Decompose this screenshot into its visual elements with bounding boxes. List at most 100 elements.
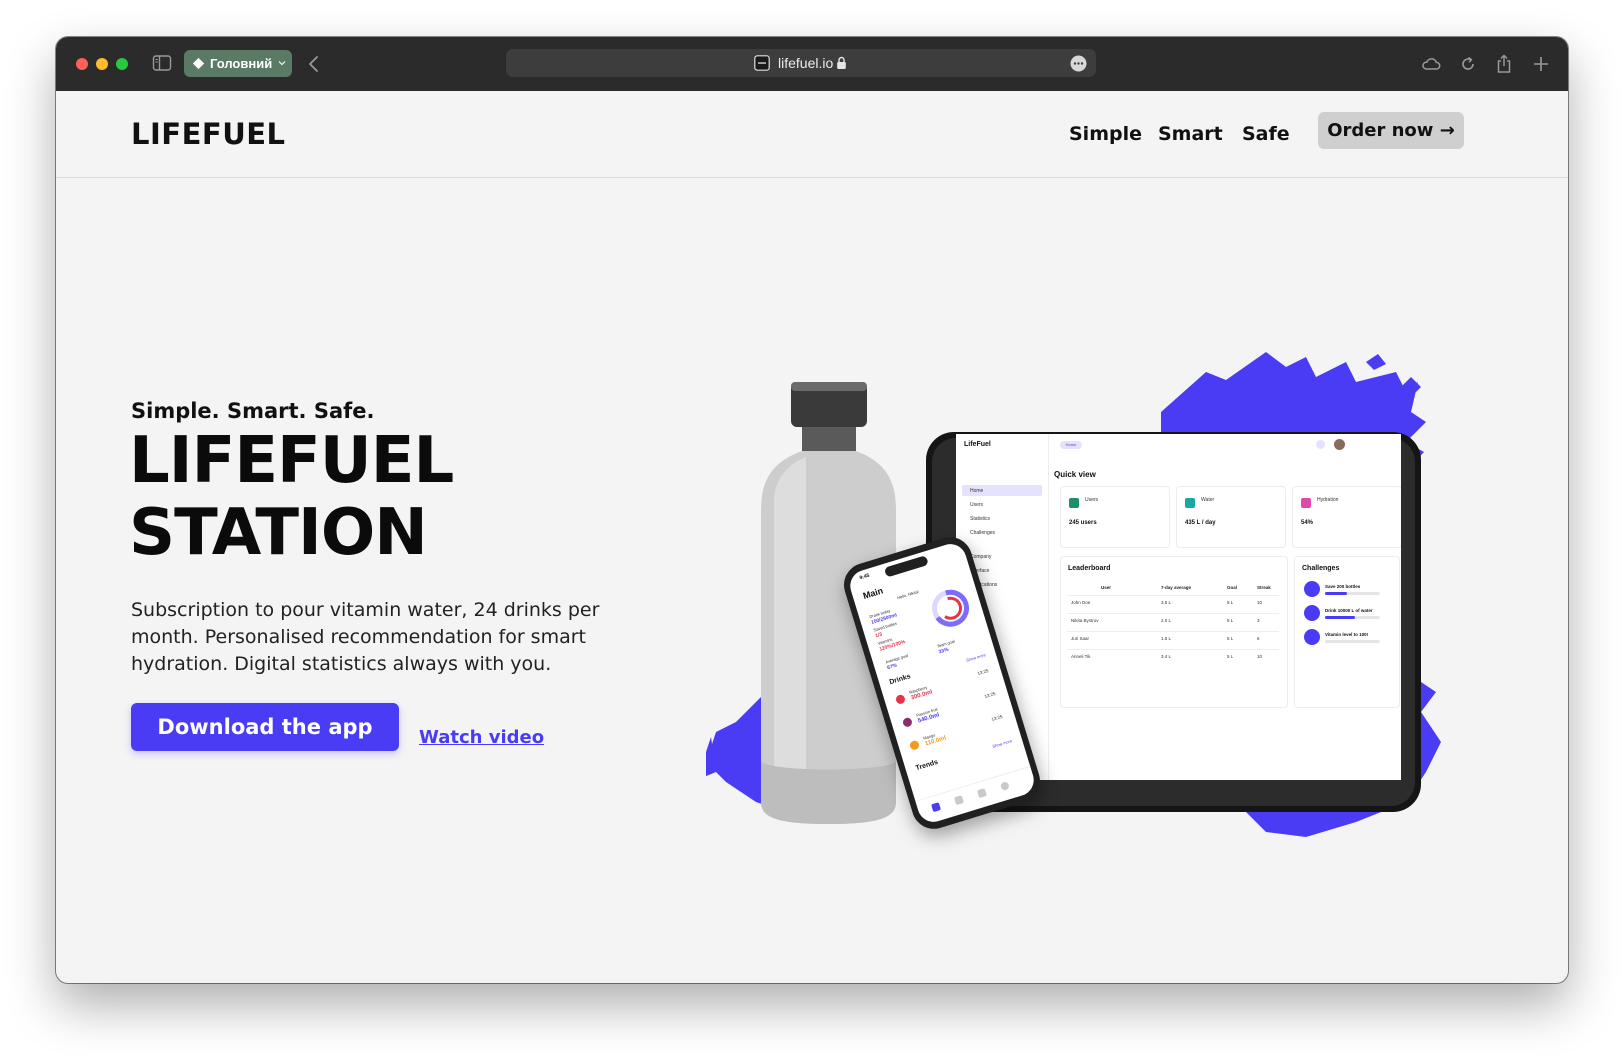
settings-tab-icon[interactable] bbox=[999, 781, 1010, 792]
chevron-down-icon bbox=[278, 61, 286, 66]
water-stat-value: 435 L / day bbox=[1185, 520, 1216, 526]
site-logo[interactable]: LIFEFUEL bbox=[131, 117, 286, 151]
table-divider bbox=[1067, 595, 1279, 596]
phone-goal-label: Average goal bbox=[884, 652, 909, 665]
address-bar[interactable]: lifefuel.io bbox=[506, 49, 1096, 77]
hero-description: Subscription to pour vitamin water, 24 d… bbox=[131, 599, 600, 675]
download-app-button[interactable]: Download the app bbox=[131, 703, 399, 751]
avatar[interactable] bbox=[1334, 439, 1345, 450]
users-stat-label: Users bbox=[1085, 497, 1099, 503]
leaderboard-header-streak: Streak bbox=[1257, 585, 1271, 590]
nav-link-simple[interactable]: Simple bbox=[1069, 123, 1142, 145]
water-stat-icon bbox=[1185, 498, 1195, 508]
lock-icon bbox=[837, 56, 846, 69]
phone-notch bbox=[883, 555, 929, 578]
dashboard-breadcrumb[interactable]: Home bbox=[1060, 441, 1082, 449]
table-divider bbox=[1067, 613, 1279, 614]
phone-goal-value: 33% bbox=[938, 646, 950, 656]
page-menu-icon[interactable] bbox=[1070, 55, 1087, 72]
site-favicon-icon bbox=[754, 55, 770, 71]
back-arrow-icon[interactable] bbox=[307, 54, 321, 74]
hydration-stat-card: Hydration 54% bbox=[1292, 486, 1401, 548]
challenges-panel: Challenges Save 200 bottles Drink 10000 … bbox=[1294, 556, 1400, 708]
table-cell: Anneli Tik bbox=[1071, 654, 1091, 659]
leaderboard-title: Leaderboard bbox=[1068, 565, 1111, 572]
dashboard-nav-users[interactable]: Users bbox=[970, 502, 983, 508]
table-cell: 5 L bbox=[1227, 600, 1234, 605]
phone-drink-time: 13:25 bbox=[976, 668, 990, 677]
tab-group-diamond-icon bbox=[192, 57, 205, 70]
home-tab-icon[interactable] bbox=[931, 802, 942, 813]
sidebar-toggle-icon[interactable] bbox=[152, 53, 172, 73]
phone-stat-value: 1/3 bbox=[874, 631, 883, 640]
nav-link-safe[interactable]: Safe bbox=[1242, 123, 1290, 145]
new-tab-icon[interactable] bbox=[1530, 53, 1552, 75]
water-stat-card: Water 435 L / day bbox=[1176, 486, 1286, 548]
table-cell: 10 bbox=[1257, 654, 1263, 659]
water-stat-label: Water bbox=[1201, 497, 1215, 503]
icloud-tabs-icon[interactable] bbox=[1420, 53, 1442, 75]
quick-view-title: Quick view bbox=[1054, 470, 1096, 479]
challenge-label: Save 200 bottles bbox=[1325, 584, 1361, 589]
dashboard-nav-home[interactable]: Home bbox=[970, 488, 983, 494]
list-tab-icon[interactable] bbox=[976, 788, 987, 799]
phone-drinks-show-more[interactable]: Show more bbox=[965, 652, 986, 663]
leaderboard-header-goal: Goal bbox=[1227, 585, 1238, 590]
table-cell: 2.0 L bbox=[1161, 618, 1172, 623]
challenges-title: Challenges bbox=[1302, 565, 1340, 572]
phone-drink-time: 13:25 bbox=[983, 690, 997, 700]
hero-title: LIFEFUEL STATION bbox=[129, 424, 454, 570]
dashboard-brand: LifeFuel bbox=[964, 441, 991, 448]
dashboard-nav-statistics[interactable]: Statistics bbox=[970, 516, 990, 522]
phone-trends-show-more[interactable]: Show more bbox=[992, 738, 1013, 749]
table-cell: 3.5 L bbox=[1161, 600, 1172, 605]
table-cell: 3.4 L bbox=[1161, 654, 1172, 659]
hydration-ring-chart bbox=[932, 589, 970, 627]
challenge-progress-fill bbox=[1325, 616, 1356, 619]
watch-video-link[interactable]: Watch video bbox=[419, 727, 544, 748]
challenge-icon bbox=[1304, 629, 1320, 645]
browser-toolbar: Головний lifefuel.io bbox=[56, 37, 1568, 92]
phone-drink-time: 13:25 bbox=[990, 713, 1004, 722]
challenge-progress-fill bbox=[1325, 592, 1347, 595]
notification-bell-icon[interactable] bbox=[1316, 440, 1325, 449]
order-now-button[interactable]: Order now → bbox=[1318, 112, 1464, 149]
challenge-label: Vitamin level to 100! bbox=[1325, 632, 1369, 637]
challenge-icon bbox=[1304, 581, 1320, 597]
hero-title-line1: LIFEFUEL bbox=[129, 424, 454, 498]
phone-main-title: Main bbox=[861, 585, 885, 602]
tab-group-label: Головний bbox=[210, 56, 273, 71]
notifications-tab-icon[interactable] bbox=[953, 795, 964, 806]
minimize-window-button[interactable] bbox=[96, 58, 108, 70]
leaderboard-header-average: 7-day average bbox=[1161, 585, 1192, 590]
share-icon[interactable] bbox=[1493, 53, 1515, 75]
hero-tagline: Simple. Smart. Safe. bbox=[131, 399, 375, 423]
challenge-progress bbox=[1325, 592, 1380, 595]
phone-time: 9:45 bbox=[858, 572, 871, 582]
close-window-button[interactable] bbox=[76, 58, 88, 70]
table-cell: 5 L bbox=[1227, 654, 1234, 659]
leaderboard-panel: Leaderboard User 7-day average Goal Stre… bbox=[1060, 556, 1288, 708]
users-stat-icon bbox=[1069, 498, 1079, 508]
users-stat-card: Users 245 users bbox=[1060, 486, 1170, 548]
reload-icon[interactable] bbox=[1457, 53, 1479, 75]
tab-group-button[interactable]: Головний bbox=[184, 50, 292, 77]
dashboard-nav-challenges[interactable]: Challenges bbox=[970, 530, 995, 536]
hero-title-line2: STATION bbox=[129, 496, 428, 570]
table-cell: Juri Saar bbox=[1071, 636, 1090, 641]
zoom-window-button[interactable] bbox=[116, 58, 128, 70]
table-cell: Nikita Bystrov bbox=[1071, 618, 1099, 623]
table-cell: 5 L bbox=[1227, 636, 1234, 641]
challenge-progress bbox=[1325, 640, 1380, 643]
browser-window: Головний lifefuel.io LIFEFUEL Simple Sma… bbox=[56, 37, 1568, 983]
table-cell: 3 bbox=[1257, 618, 1260, 623]
table-cell: 10 bbox=[1257, 600, 1263, 605]
table-cell: 1.5 L bbox=[1161, 636, 1172, 641]
hydration-stat-label: Hydration bbox=[1317, 497, 1339, 503]
table-cell: John Doe bbox=[1071, 600, 1091, 605]
nav-link-smart[interactable]: Smart bbox=[1158, 123, 1223, 145]
table-divider bbox=[1067, 649, 1279, 650]
passion-fruit-drink-icon bbox=[901, 716, 914, 728]
challenge-icon bbox=[1304, 605, 1320, 621]
challenge-label: Drink 10000 L of water bbox=[1325, 608, 1373, 613]
